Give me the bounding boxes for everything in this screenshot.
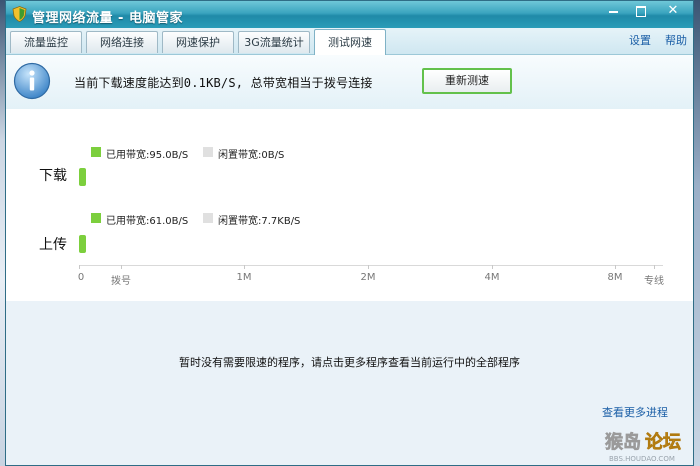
download-used-bar: [79, 168, 86, 186]
result-banner: 当前下载速度能达到0.1KB/S, 总带宽相当于拨号连接 重新测速: [6, 55, 693, 110]
scale-axis: [79, 265, 663, 266]
help-link[interactable]: 帮助: [665, 32, 687, 48]
scale-tick-label: 拨号: [111, 276, 131, 287]
tab-speed-test[interactable]: 测试网速: [314, 29, 386, 55]
tab-traffic-monitor[interactable]: 流量监控: [10, 31, 82, 53]
shield-logo-icon: [12, 6, 27, 22]
speed-result-text: 当前下载速度能达到0.1KB/S, 总带宽相当于拨号连接: [74, 76, 373, 90]
used-bandwidth-swatch: [91, 147, 101, 157]
scale-tick-label: 4M: [484, 272, 500, 283]
process-panel: 暂时没有需要限速的程序，请点击更多程序查看当前运行中的全部程序 查看更多进程 猴…: [6, 301, 693, 465]
network-traffic-window: 管理网络流量 - 电脑管家 ✕ 流量监控 网络连接 网速保护 3G流量统计 测试…: [5, 0, 694, 466]
info-icon: [13, 62, 51, 100]
close-icon[interactable]: ✕: [662, 2, 684, 20]
forum-watermark-logo: 猴岛 论坛 BBS.HOUDAO.COM: [605, 431, 682, 463]
upload-used-legend: 已用带宽:61.0B/S: [106, 216, 189, 227]
upload-used-bar: [79, 235, 86, 253]
download-label: 下载: [39, 168, 67, 184]
scale-tick: [492, 265, 493, 269]
tab-network-connections[interactable]: 网络连接: [86, 31, 158, 53]
empty-process-message: 暂时没有需要限速的程序，请点击更多程序查看当前运行中的全部程序: [179, 356, 520, 369]
used-bandwidth-swatch: [91, 213, 101, 223]
tab-3g-statistics[interactable]: 3G流量统计: [238, 31, 310, 53]
scale-tick-label: 专线: [644, 276, 664, 287]
scale-tick: [244, 265, 245, 269]
scale-tick-label: 0: [77, 272, 85, 283]
idle-bandwidth-swatch: [203, 147, 213, 157]
bandwidth-chart: 已用带宽:95.0B/S 闲置带宽:0B/S 下载 已用带宽:61.0B/S 闲…: [6, 109, 693, 301]
scale-tick-label: 2M: [360, 272, 376, 283]
scale-tick: [615, 265, 616, 269]
settings-link[interactable]: 设置: [629, 32, 651, 48]
minimize-icon[interactable]: [602, 2, 624, 20]
scale-tick: [121, 265, 122, 269]
tab-speed-protection[interactable]: 网速保护: [162, 31, 234, 53]
scale-tick-label: 8M: [607, 272, 623, 283]
idle-bandwidth-swatch: [203, 213, 213, 223]
scale-tick: [654, 265, 655, 269]
svg-text:猴岛: 猴岛: [605, 431, 641, 453]
svg-text:BBS.HOUDAO.COM: BBS.HOUDAO.COM: [609, 455, 675, 463]
window-title: 管理网络流量 - 电脑管家: [32, 11, 183, 26]
scale-tick: [79, 265, 80, 269]
desktop-background-right: [694, 0, 700, 466]
tab-bar: 流量监控 网络连接 网速保护 3G流量统计 测试网速: [6, 28, 693, 55]
svg-text:论坛: 论坛: [645, 431, 681, 453]
scale-tick: [368, 265, 369, 269]
maximize-icon[interactable]: [630, 2, 652, 20]
upload-idle-legend: 闲置带宽:7.7KB/S: [218, 216, 301, 227]
download-used-legend: 已用带宽:95.0B/S: [106, 150, 189, 161]
download-idle-legend: 闲置带宽:0B/S: [218, 150, 285, 161]
title-bar[interactable]: 管理网络流量 - 电脑管家 ✕: [6, 1, 693, 28]
scale-tick-label: 1M: [236, 272, 252, 283]
view-more-processes-link[interactable]: 查看更多进程: [602, 404, 668, 420]
upload-label: 上传: [39, 237, 67, 253]
retest-button[interactable]: 重新测速: [422, 68, 512, 94]
